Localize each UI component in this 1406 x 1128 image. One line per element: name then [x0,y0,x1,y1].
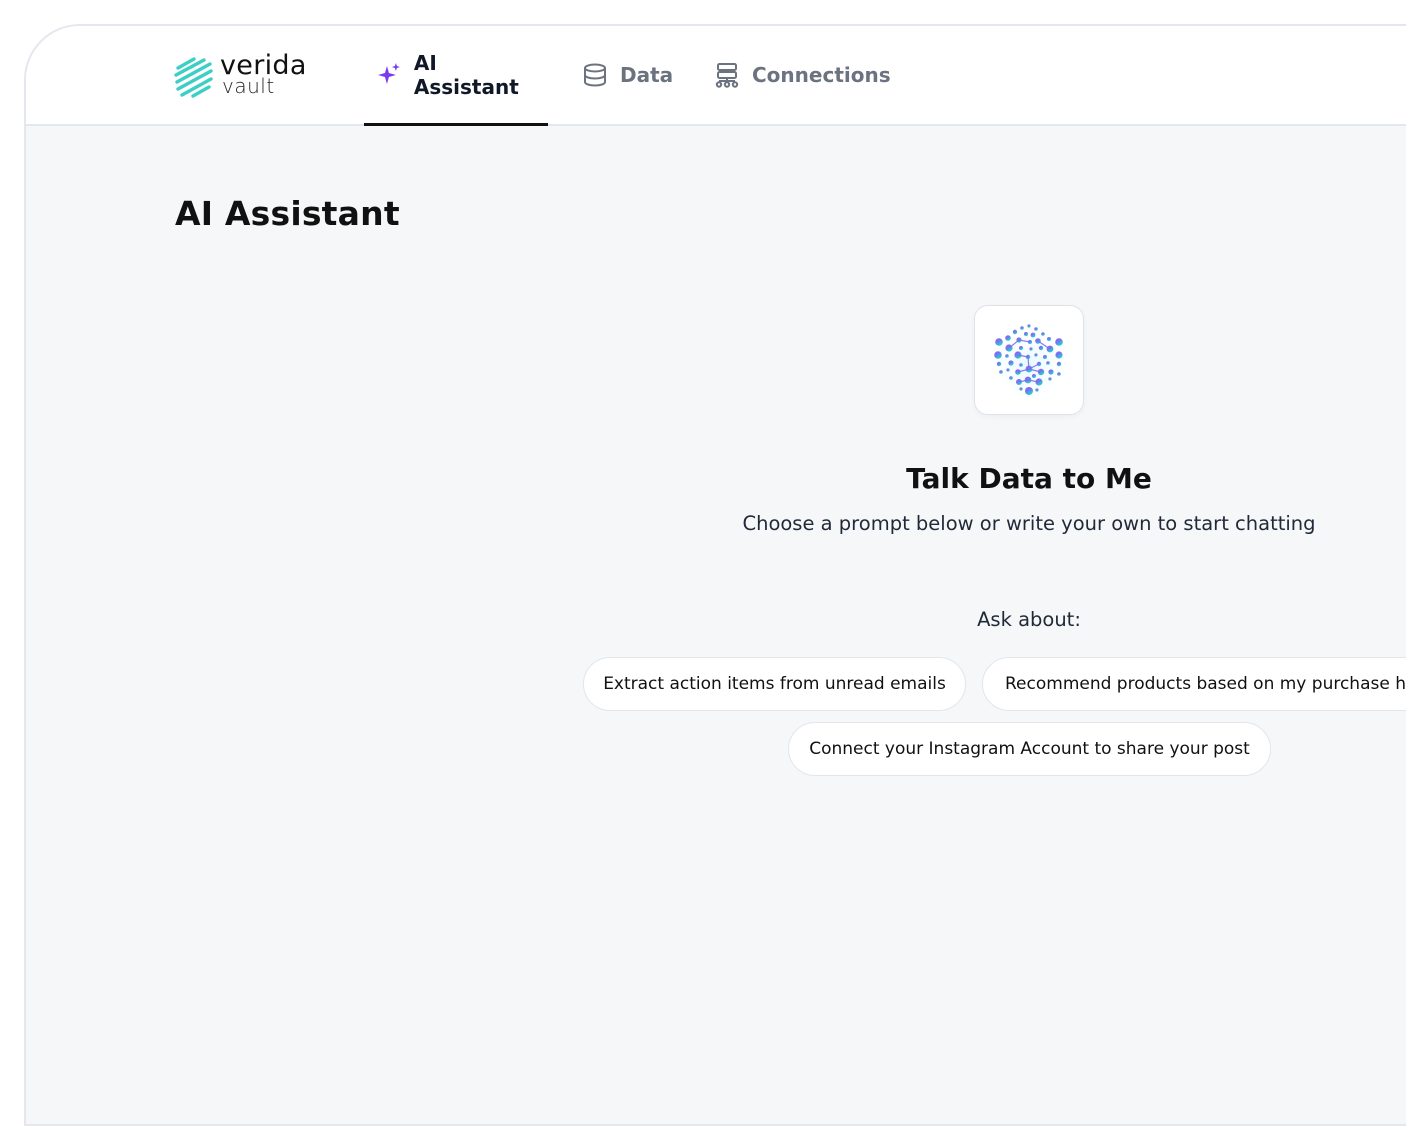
tab-connections[interactable]: Connections [714,26,891,124]
app-window: verida vault AI Assistant Data Connectio… [24,24,1406,1126]
logo-wordmark-vault: vault [222,74,275,98]
prompt-chip-connect-instagram[interactable]: Connect your Instagram Account to share … [788,722,1271,776]
ai-orb-icon [989,322,1069,402]
prompt-chip-recommend-products[interactable]: Recommend products based on my purchase … [982,657,1406,711]
tab-data[interactable]: Data [582,26,673,124]
connections-icon [715,63,739,88]
verida-logo-icon [174,57,213,98]
assistant-subheading: Choose a prompt below or write your own … [742,512,1316,535]
sparkle-icon [377,63,400,84]
top-navigation-bar: verida vault AI Assistant Data Connectio… [26,26,1406,126]
tab-ai-assistant-label: AI Assistant [413,51,519,99]
tab-ai-assistant[interactable]: AI Assistant [364,26,548,126]
assistant-heading: Talk Data to Me [906,462,1152,495]
database-icon [584,63,606,87]
ai-orb-card [974,305,1084,415]
tab-data-label: Data [620,63,674,87]
tab-connections-label: Connections [752,63,891,87]
prompt-chip-label: Extract action items from unread emails [603,674,946,694]
page-title: AI Assistant [175,194,400,233]
verida-vault-logo[interactable]: verida vault [174,50,314,100]
ask-about-label: Ask about: [977,608,1081,631]
prompt-chip-label: Recommend products based on my purchase … [1005,674,1406,694]
prompt-chip-action-items[interactable]: Extract action items from unread emails [583,657,966,711]
prompt-chip-label: Connect your Instagram Account to share … [809,739,1250,759]
